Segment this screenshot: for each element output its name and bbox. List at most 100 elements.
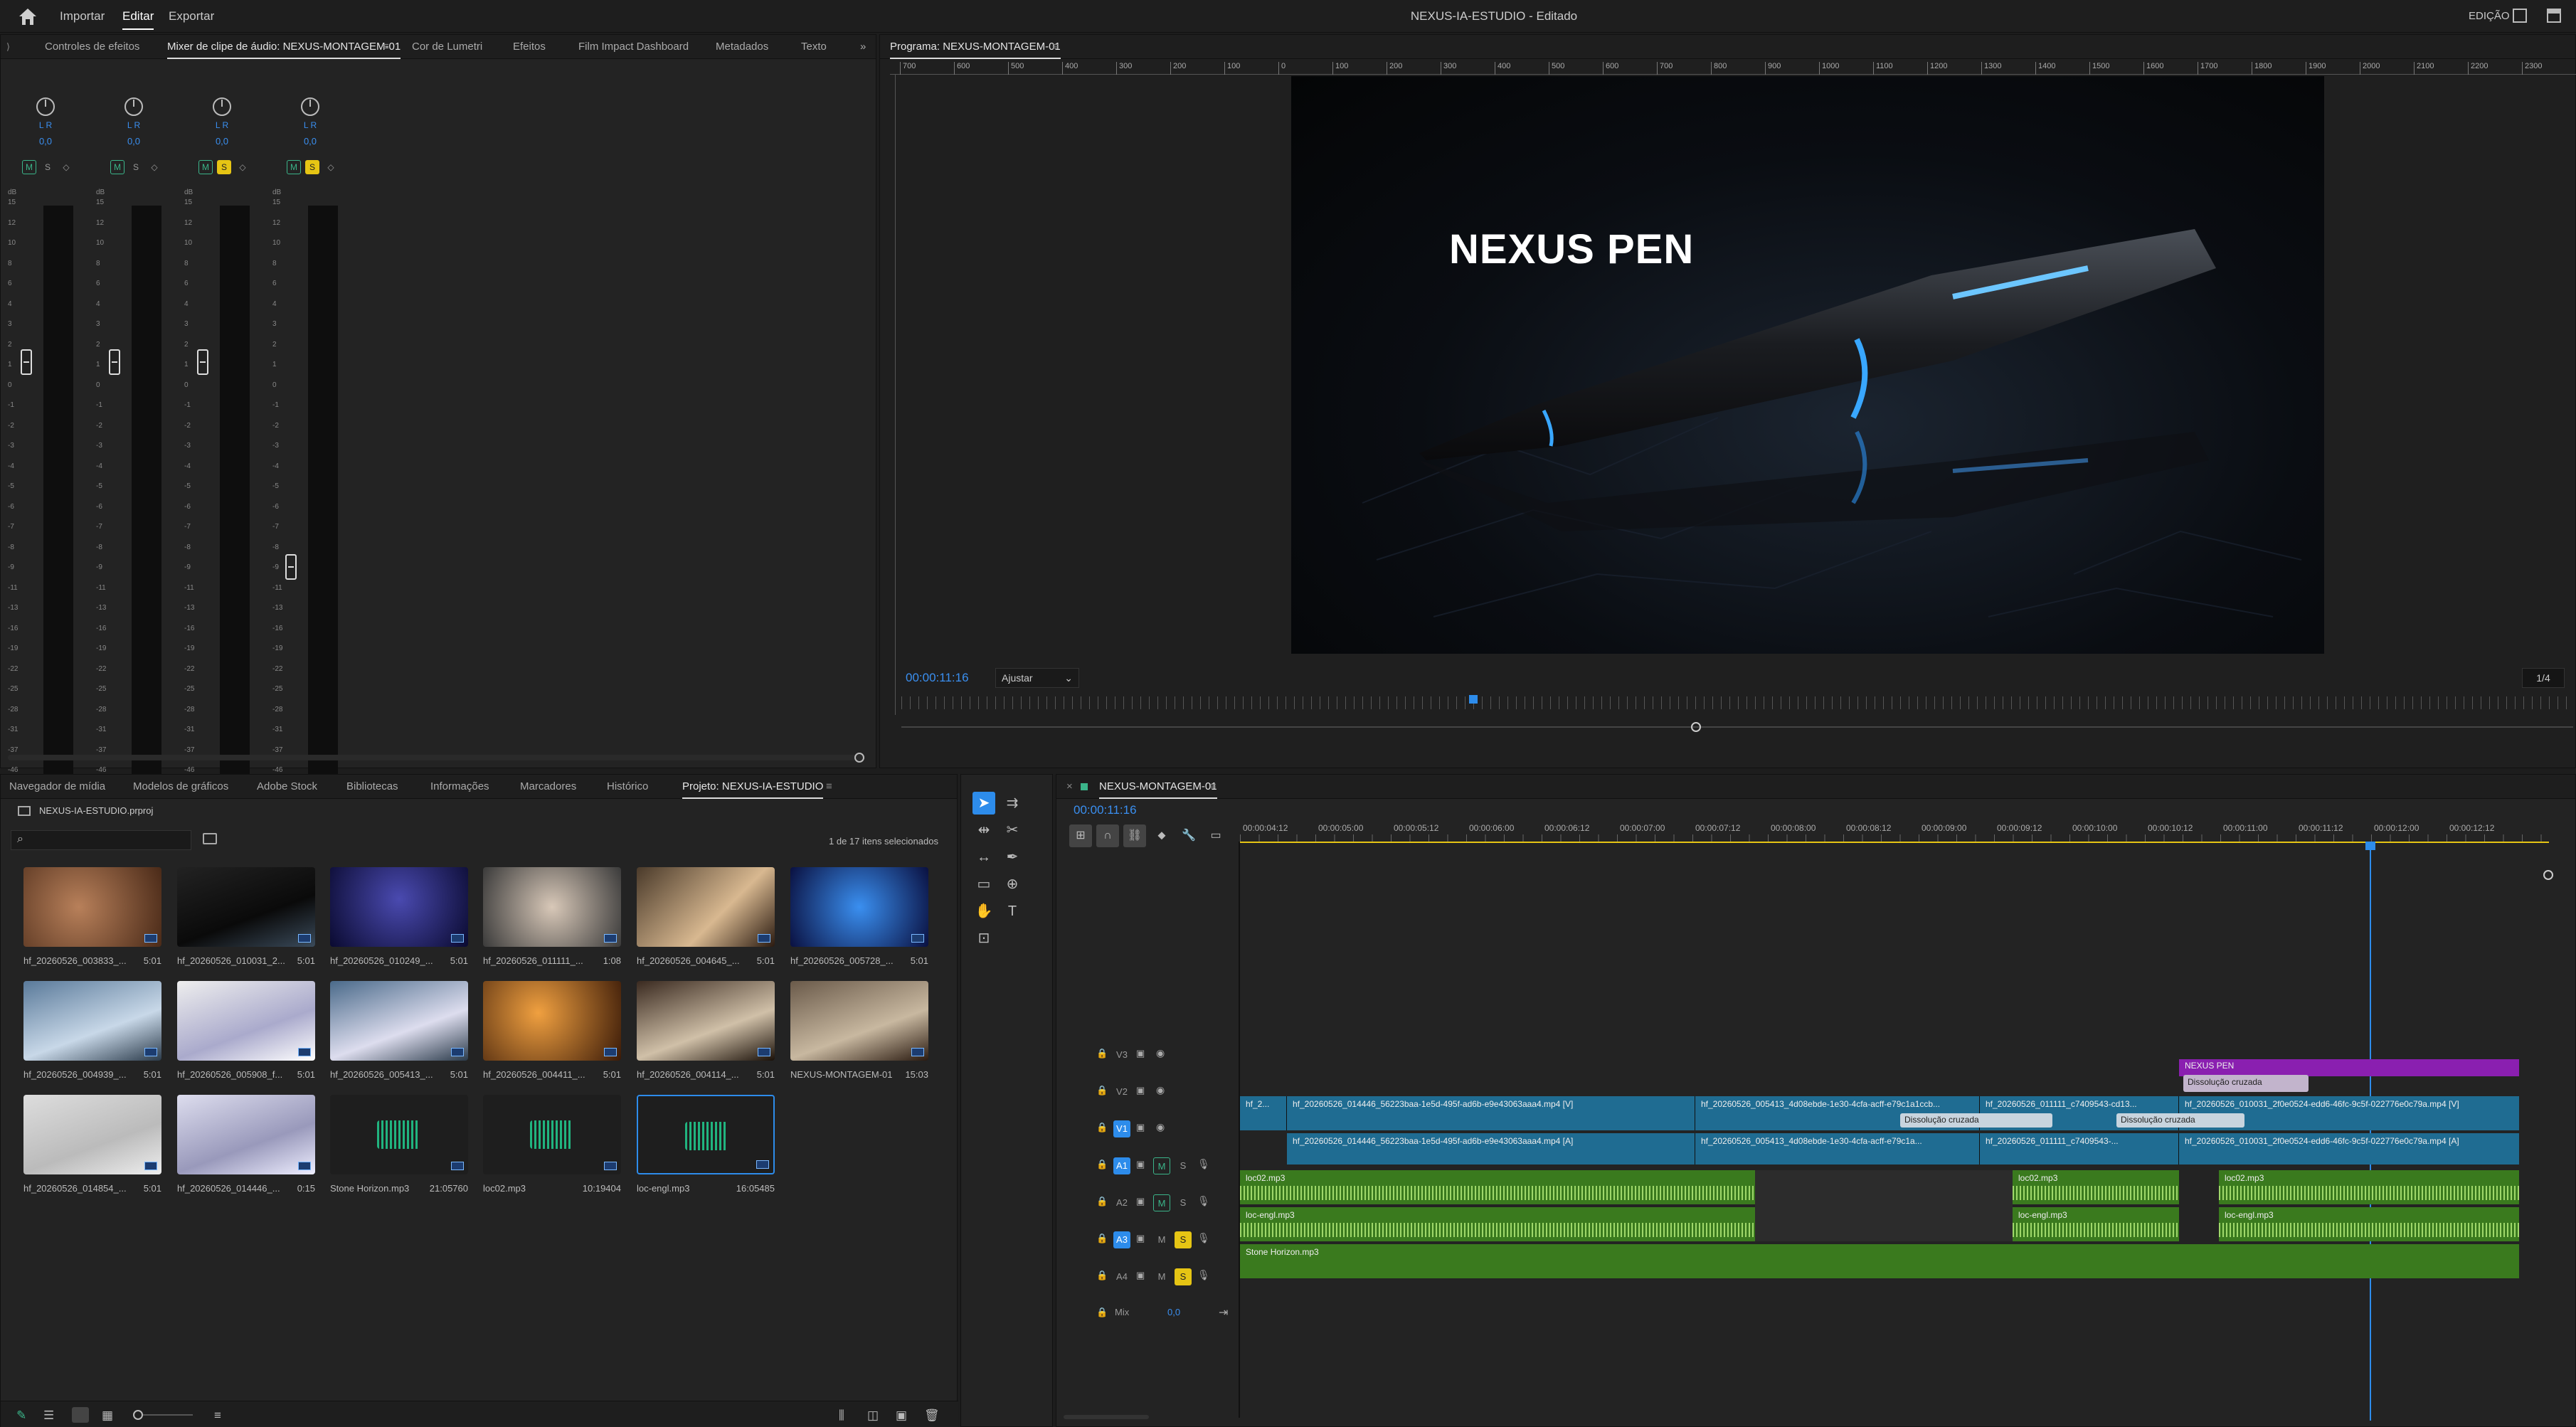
- selection-tool-icon[interactable]: ➤: [972, 792, 995, 815]
- eye-icon[interactable]: ◉: [1156, 1047, 1165, 1059]
- video-clip[interactable]: hf_2...: [1240, 1096, 1287, 1130]
- solo-button[interactable]: S: [129, 160, 143, 174]
- pan-knob-icon[interactable]: [301, 97, 319, 116]
- menu-edit[interactable]: Editar: [122, 0, 154, 33]
- mic-icon[interactable]: 🎙: [1197, 1269, 1210, 1281]
- audio-clip-a3[interactable]: loc-engl.mp3: [1240, 1207, 1755, 1241]
- track-target-button[interactable]: A2: [1113, 1194, 1130, 1211]
- pan-value[interactable]: 0,0: [14, 136, 78, 147]
- sync-lock-icon[interactable]: ▣: [1136, 1233, 1145, 1244]
- find-icon[interactable]: ◫: [867, 1409, 879, 1423]
- audio-clip-a2[interactable]: loc02.mp3: [1240, 1170, 1755, 1204]
- lock-icon[interactable]: 🔒: [1096, 1159, 1108, 1170]
- zoom-handle[interactable]: [1691, 722, 1701, 732]
- pan-value[interactable]: 0,0: [102, 136, 166, 147]
- track-select-tool-icon[interactable]: ⇉: [1001, 792, 1024, 815]
- audio-clip-a3[interactable]: loc-engl.mp3: [2013, 1207, 2179, 1241]
- mute-button[interactable]: M: [22, 160, 36, 174]
- track-solo-button[interactable]: S: [1175, 1194, 1192, 1211]
- audio-clip-a3[interactable]: loc-engl.mp3: [2219, 1207, 2519, 1241]
- close-icon[interactable]: ×: [1066, 775, 1073, 799]
- list-view-icon[interactable]: ☰: [43, 1409, 54, 1423]
- tab-adobe-stock[interactable]: Adobe Stock: [257, 775, 317, 799]
- project-item-thumbnail[interactable]: [23, 867, 161, 947]
- project-item-thumbnail[interactable]: [637, 867, 775, 947]
- track-target-button[interactable]: V2: [1113, 1083, 1130, 1100]
- audio-clip-a2[interactable]: loc02.mp3: [2013, 1170, 2179, 1204]
- tab-media-browser[interactable]: Navegador de mídia: [9, 775, 105, 799]
- menu-export[interactable]: Exportar: [169, 0, 214, 33]
- zoom-slider-handle[interactable]: [133, 1410, 143, 1420]
- program-tab-menu-icon[interactable]: ≡: [1052, 35, 1059, 59]
- slip-tool-icon[interactable]: ↔: [972, 846, 995, 869]
- timeline-ruler[interactable]: 00:00:04:12 00:00:05:00 00:00:05:12 00:00:0…: [1240, 819, 2549, 843]
- tab-effects[interactable]: Efeitos: [513, 35, 546, 59]
- lock-icon[interactable]: 🔒: [1096, 1048, 1108, 1059]
- project-item-thumbnail[interactable]: [330, 981, 468, 1061]
- solo-button[interactable]: S: [305, 160, 319, 174]
- solo-button[interactable]: S: [41, 160, 55, 174]
- project-item-thumbnail[interactable]: [790, 981, 928, 1061]
- wrench-icon[interactable]: 🔧: [1177, 824, 1200, 847]
- timeline-h-scrollbar[interactable]: [1064, 1415, 1149, 1419]
- mute-button[interactable]: M: [287, 160, 301, 174]
- mic-icon[interactable]: 🎙: [1197, 1195, 1210, 1207]
- tab-metadata[interactable]: Metadados: [716, 35, 768, 59]
- zoom-tool-icon[interactable]: ⊕: [1001, 873, 1024, 896]
- track-solo-button[interactable]: S: [1175, 1268, 1192, 1285]
- tab-program[interactable]: Programa: NEXUS-MONTAGEM-01: [890, 35, 1061, 59]
- tab-audio-clip-mixer[interactable]: Mixer de clipe de áudio: NEXUS-MONTAGEM-…: [167, 35, 401, 59]
- keyframe-icon[interactable]: ◇: [235, 160, 250, 174]
- timeline-timecode[interactable]: 00:00:11:16: [1074, 803, 1137, 817]
- sync-lock-icon[interactable]: ▣: [1136, 1122, 1145, 1133]
- program-timecode[interactable]: 00:00:11:16: [906, 671, 969, 685]
- grid-tool-icon[interactable]: ⊡: [972, 927, 995, 950]
- ripple-edit-tool-icon[interactable]: ⇹: [972, 819, 995, 842]
- project-item-thumbnail[interactable]: [23, 1095, 161, 1174]
- menu-import[interactable]: Importar: [60, 0, 105, 33]
- mic-icon[interactable]: 🎙: [1197, 1232, 1210, 1244]
- track-solo-button[interactable]: S: [1175, 1231, 1192, 1248]
- automate-icon[interactable]: ⫼: [839, 1409, 844, 1423]
- video-transition[interactable]: Dissolução cruzada: [2116, 1113, 2244, 1128]
- go-to-end-icon[interactable]: ⇥: [1219, 1305, 1228, 1320]
- project-item-thumbnail[interactable]: [330, 1095, 468, 1174]
- new-item-icon[interactable]: ▣: [896, 1409, 907, 1423]
- captions-icon[interactable]: ▭: [1204, 824, 1227, 847]
- track-target-button[interactable]: V1: [1113, 1120, 1130, 1137]
- video-clip[interactable]: hf_20260526_014446_56223baa-1e5d-495f-ad…: [1287, 1096, 1695, 1130]
- program-timebar[interactable]: [901, 696, 2573, 709]
- project-item-thumbnail[interactable]: [790, 867, 928, 947]
- project-item-name[interactable]: loc02.mp3: [483, 1183, 526, 1194]
- tab-markers[interactable]: Marcadores: [520, 775, 576, 799]
- audio-clip-a4[interactable]: Stone Horizon.mp3: [1240, 1244, 2519, 1278]
- volume-fader[interactable]: [285, 554, 297, 580]
- lock-icon[interactable]: 🔒: [1096, 1307, 1108, 1318]
- add-marker-icon[interactable]: ⬥: [1150, 824, 1173, 847]
- mic-icon[interactable]: 🎙: [1197, 1158, 1210, 1170]
- tab-lumetri-color[interactable]: Cor de Lumetri: [412, 35, 482, 59]
- track-mute-button[interactable]: M: [1153, 1157, 1170, 1174]
- track-mute-button[interactable]: M: [1153, 1231, 1170, 1248]
- project-search-input[interactable]: ⌕: [11, 830, 191, 850]
- tab-effect-controls[interactable]: Controles de efeitos: [45, 35, 139, 59]
- project-item-thumbnail[interactable]: [637, 981, 775, 1061]
- project-item-name[interactable]: Stone Horizon.mp3: [330, 1183, 409, 1194]
- program-playhead[interactable]: [1469, 695, 1478, 704]
- zoom-slider[interactable]: [143, 1414, 193, 1416]
- audio-clip-a1[interactable]: hf_20260526_011111_c7409543-...: [1980, 1133, 2179, 1165]
- timeline-tab-menu-icon[interactable]: ≡: [1210, 775, 1217, 799]
- tabs-more-icon[interactable]: »: [860, 35, 866, 59]
- volume-fader[interactable]: [21, 349, 32, 375]
- pencil-icon[interactable]: ✎: [16, 1409, 26, 1423]
- lock-icon[interactable]: 🔒: [1096, 1270, 1108, 1281]
- scroll-handle[interactable]: [854, 753, 864, 763]
- eye-icon[interactable]: ◉: [1156, 1121, 1165, 1133]
- solo-button[interactable]: S: [217, 160, 231, 174]
- mixer-scrollbar[interactable]: [8, 753, 865, 763]
- tab-sequence[interactable]: NEXUS-MONTAGEM-01: [1099, 775, 1217, 799]
- title-clip[interactable]: NEXUS PEN: [2179, 1059, 2519, 1076]
- project-item-thumbnail[interactable]: [177, 981, 315, 1061]
- fullscreen-icon[interactable]: [2547, 9, 2561, 23]
- project-tab-menu-icon[interactable]: ≡: [826, 775, 832, 799]
